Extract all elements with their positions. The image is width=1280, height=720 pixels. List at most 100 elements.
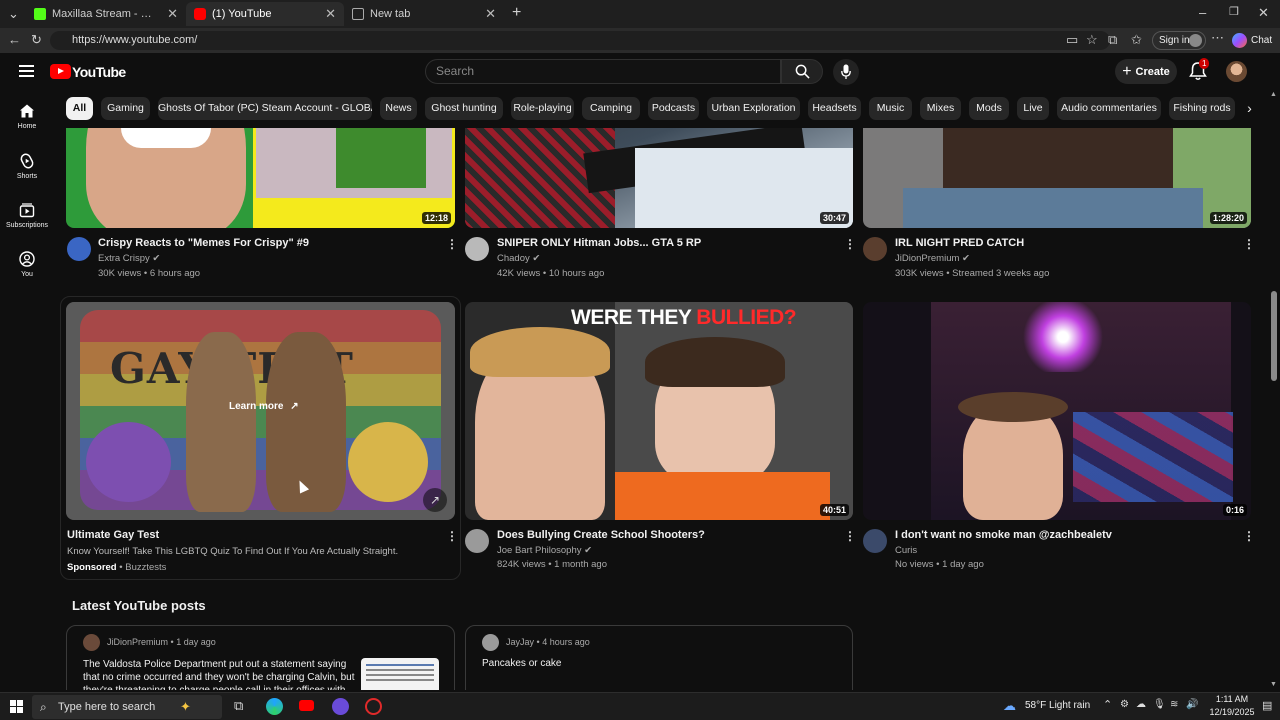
tab-new-tab[interactable]: New tab ✕ [344, 2, 504, 26]
channel-name[interactable]: Chadoy ✔ [497, 253, 540, 264]
favorites-icon[interactable]: ✩ [1131, 32, 1142, 48]
tray-cloud-icon[interactable]: ☁ [1136, 699, 1146, 710]
chip-gaming[interactable]: Gaming [101, 97, 150, 120]
account-avatar[interactable] [1226, 61, 1247, 82]
chip-role-playing[interactable]: Role-playing [511, 97, 574, 120]
chip-music[interactable]: Music [869, 97, 912, 120]
volume-icon[interactable]: 🔊 [1186, 699, 1198, 710]
more-actions-icon[interactable]: ⋮ [446, 237, 458, 251]
advertiser-name[interactable]: Buzztests [125, 562, 166, 573]
video-title[interactable]: Does Bullying Create School Shooters? [497, 529, 705, 541]
maximize-icon[interactable]: ❐ [1229, 5, 1239, 18]
post-author-avatar[interactable] [83, 634, 100, 651]
chip-camping[interactable]: Camping [582, 97, 640, 120]
ad-more-actions-icon[interactable]: ⋮ [446, 529, 458, 543]
clock-date[interactable]: 12/19/2025 [1203, 707, 1261, 717]
more-actions-icon[interactable]: ⋮ [844, 237, 856, 251]
chip-fishing-rods[interactable]: Fishing rods [1169, 97, 1235, 120]
extensions-icon[interactable]: ⧉ [1108, 32, 1117, 48]
more-actions-icon[interactable]: ⋮ [1243, 237, 1255, 251]
video-title[interactable]: Crispy Reacts to "Memes For Crispy" #9 [98, 237, 309, 249]
chip-urban-exploration[interactable]: Urban Exploration [707, 97, 800, 120]
scroll-down-arrow-icon[interactable]: ▼ [1270, 681, 1277, 688]
chip-podcasts[interactable]: Podcasts [648, 97, 699, 120]
learn-more-button[interactable]: Learn more ↗ [229, 401, 299, 412]
chip-live[interactable]: Live [1017, 97, 1049, 120]
notifications-button[interactable]: 1 [1189, 58, 1210, 81]
post-author[interactable]: JiDionPremium [107, 637, 168, 647]
video-thumbnail[interactable]: 12:18 [66, 128, 455, 228]
notification-center-icon[interactable]: ▤ [1262, 699, 1272, 712]
channel-avatar[interactable] [465, 529, 489, 553]
video-thumbnail[interactable]: 1:28:20 [863, 128, 1251, 228]
channel-avatar[interactable] [67, 237, 91, 261]
chip-news[interactable]: News [380, 97, 417, 120]
tab-kick-stream[interactable]: Maxillaa Stream - Watch Live on K ✕ [26, 2, 186, 26]
ad-thumbnail[interactable]: GAY TEST Learn more ↗ ↗ [66, 302, 455, 520]
chip-next-chevron-icon[interactable]: › [1238, 97, 1261, 120]
scrollbar-thumb[interactable] [1271, 291, 1277, 381]
page-scrollbar[interactable]: ▲ ▼ [1268, 91, 1280, 692]
search-button[interactable] [781, 59, 823, 84]
post-author-avatar[interactable] [482, 634, 499, 651]
network-icon[interactable]: ≋ [1170, 699, 1178, 710]
channel-name[interactable]: JiDionPremium ✔ [895, 253, 970, 264]
video-title[interactable]: I don't want no smoke man @zachbealetv [895, 529, 1112, 541]
chip-all[interactable]: All [66, 97, 93, 120]
close-window-icon[interactable]: ✕ [1258, 5, 1269, 21]
video-thumbnail[interactable]: 30:47 [465, 128, 853, 228]
scroll-up-arrow-icon[interactable]: ▲ [1270, 91, 1277, 98]
minimize-icon[interactable]: – [1199, 5, 1206, 20]
video-title[interactable]: SNIPER ONLY Hitman Jobs... GTA 5 RP [497, 237, 701, 249]
post-image[interactable] [361, 658, 439, 690]
copilot-chat-button[interactable]: Chat [1232, 31, 1276, 50]
more-actions-icon[interactable]: ⋮ [1243, 529, 1255, 543]
youtube-app-icon[interactable] [299, 700, 314, 711]
tray-app-icon[interactable]: ⚙ [1120, 699, 1129, 710]
tab-search-icon[interactable]: ⌄ [8, 6, 19, 22]
edge-browser-icon[interactable] [266, 698, 283, 715]
channel-name[interactable]: Curis [895, 545, 917, 556]
search-input[interactable]: Search [425, 59, 781, 84]
chip-headsets[interactable]: Headsets [808, 97, 861, 120]
sign-in-button[interactable]: Sign in [1152, 31, 1206, 50]
windows-start-icon[interactable] [10, 700, 23, 713]
task-view-icon[interactable]: ⧉ [234, 698, 243, 714]
favorite-star-icon[interactable]: ☆ [1086, 32, 1098, 48]
taskbar-search-input[interactable]: ⌕ Type here to search ✦ [32, 695, 222, 719]
video-title[interactable]: IRL NIGHT PRED CATCH [895, 237, 1024, 249]
microphone-tray-icon[interactable]: 🎙 [1153, 699, 1166, 710]
clock-time[interactable]: 1:11 AM [1207, 694, 1257, 704]
reader-icon[interactable]: ▭ [1066, 32, 1078, 48]
chip-ghosts-of-tabor[interactable]: Ghosts Of Tabor (PC) Steam Account - GLO… [158, 97, 372, 120]
url-field[interactable]: https://www.youtube.com/ [50, 31, 1110, 50]
chip-mixes[interactable]: Mixes [920, 97, 961, 120]
channel-name[interactable]: Joe Bart Philosophy ✔ [497, 545, 592, 556]
refresh-icon[interactable]: ↻ [31, 32, 42, 48]
back-icon[interactable]: ← [8, 32, 21, 47]
ad-title[interactable]: Ultimate Gay Test [67, 529, 159, 541]
video-thumbnail[interactable]: 0:16 [863, 302, 1251, 520]
create-button[interactable]: + Create [1115, 59, 1177, 84]
channel-avatar[interactable] [465, 237, 489, 261]
close-tab-icon[interactable]: ✕ [325, 6, 336, 22]
more-menu-icon[interactable]: ⋯ [1211, 30, 1224, 46]
channel-avatar[interactable] [863, 529, 887, 553]
discord-app-icon[interactable] [332, 698, 349, 715]
tray-chevron-icon[interactable]: ⌃ [1103, 698, 1112, 711]
open-link-icon[interactable]: ↗ [423, 488, 447, 512]
video-thumbnail[interactable]: WERE THEY BULLIED? 40:51 [465, 302, 853, 520]
chip-ghost-hunting[interactable]: Ghost hunting [425, 97, 503, 120]
hamburger-menu-icon[interactable] [19, 65, 34, 77]
app-icon[interactable] [365, 698, 382, 715]
new-tab-plus-icon[interactable]: + [512, 4, 521, 22]
channel-avatar[interactable] [863, 237, 887, 261]
close-tab-icon[interactable]: ✕ [167, 6, 178, 22]
post-author[interactable]: JayJay [506, 637, 534, 647]
more-actions-icon[interactable]: ⋮ [844, 529, 856, 543]
tab-youtube[interactable]: (1) YouTube ✕ [186, 2, 344, 26]
close-tab-icon[interactable]: ✕ [485, 6, 496, 22]
chip-mods[interactable]: Mods [969, 97, 1009, 120]
post-card[interactable]: JiDionPremium • 1 day ago The Valdosta P… [66, 625, 455, 690]
voice-search-button[interactable] [833, 59, 859, 85]
